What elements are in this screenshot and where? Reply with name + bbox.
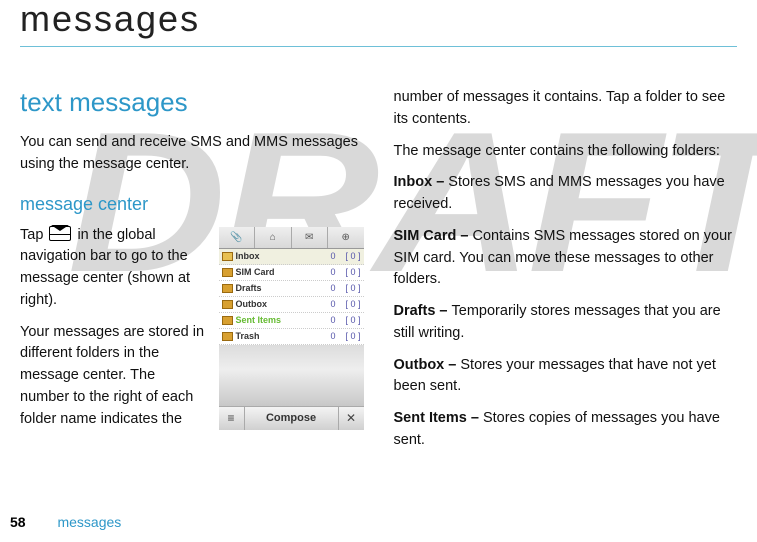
compose-button: Compose: [245, 407, 338, 430]
folder-count: 0: [326, 299, 336, 309]
folder-icon: [222, 332, 233, 341]
folder-unread: [ 0 ]: [339, 267, 361, 277]
page-number: 58: [10, 514, 26, 530]
message-center-screenshot: 📎 ⌂ ✉ ⊕ Inbox 0 [ 0 ]: [219, 227, 364, 422]
folder-name: Sent Items: [236, 315, 323, 325]
tab-icon-folder: ⌂: [255, 227, 292, 248]
folder-row-trash: Trash 0 [ 0 ]: [219, 329, 364, 345]
footer-section: messages: [57, 514, 121, 530]
envelope-icon: [49, 226, 71, 241]
desc-inbox: Inbox – Stores SMS and MMS messages you …: [394, 172, 738, 216]
desc-outbox-label: Outbox –: [394, 357, 461, 373]
folder-unread: [ 0 ]: [339, 251, 361, 261]
folder-name: SIM Card: [236, 267, 323, 277]
folder-count: 0: [326, 251, 336, 261]
phone-wallpaper: [219, 345, 364, 406]
folder-list: Inbox 0 [ 0 ] SIM Card 0 [ 0 ] Dra: [219, 249, 364, 345]
folders-paragraph: Your messages are stored in different fo…: [20, 322, 207, 431]
folder-count: 0: [326, 267, 336, 277]
close-icon: ✕: [338, 407, 364, 430]
tab-icon-paperclip: 📎: [219, 227, 256, 248]
page-footer: 58 messages: [10, 514, 121, 530]
phone-top-tabs: 📎 ⌂ ✉ ⊕: [219, 227, 364, 249]
desc-sent-label: Sent Items –: [394, 410, 483, 426]
folder-name: Trash: [236, 331, 323, 341]
folder-row-sim: SIM Card 0 [ 0 ]: [219, 265, 364, 281]
section-heading-text-messages: text messages: [20, 87, 364, 118]
folder-row-drafts: Drafts 0 [ 0 ]: [219, 281, 364, 297]
folder-icon: [222, 284, 233, 293]
desc-inbox-label: Inbox –: [394, 174, 449, 190]
tap-paragraph: Tap in the global navigation bar to go t…: [20, 225, 207, 312]
folder-unread: [ 0 ]: [339, 315, 361, 325]
folder-count: 0: [326, 315, 336, 325]
desc-sim-label: SIM Card –: [394, 228, 473, 244]
desc-drafts: Drafts – Temporarily stores messages tha…: [394, 301, 738, 345]
desc-sim: SIM Card – Contains SMS messages stored …: [394, 226, 738, 291]
folder-unread: [ 0 ]: [339, 331, 361, 341]
folder-icon: [222, 268, 233, 277]
folder-icon: [222, 316, 233, 325]
subheading-message-center: message center: [20, 194, 364, 215]
desc-outbox: Outbox – Stores your messages that have …: [394, 355, 738, 399]
folder-row-sent: Sent Items 0 [ 0 ]: [219, 313, 364, 329]
folder-icon: [222, 252, 233, 261]
page-title: messages: [20, 0, 737, 40]
menu-icon: ≡: [219, 407, 245, 430]
desc-sent: Sent Items – Stores copies of messages y…: [394, 408, 738, 452]
folder-row-inbox: Inbox 0 [ 0 ]: [219, 249, 364, 265]
folder-count: 0: [326, 283, 336, 293]
phone-bottom-bar: ≡ Compose ✕: [219, 406, 364, 430]
tap-before: Tap: [20, 227, 47, 243]
folder-name: Drafts: [236, 283, 323, 293]
right-cont-paragraph: number of messages it contains. Tap a fo…: [394, 87, 738, 131]
folder-count: 0: [326, 331, 336, 341]
folder-name: Inbox: [236, 251, 323, 261]
right-folders-intro: The message center contains the followin…: [394, 141, 738, 163]
folder-unread: [ 0 ]: [339, 283, 361, 293]
folder-name: Outbox: [236, 299, 323, 309]
tab-icon-mail: ✉: [292, 227, 329, 248]
folder-unread: [ 0 ]: [339, 299, 361, 309]
desc-drafts-label: Drafts –: [394, 303, 452, 319]
tab-icon-globe: ⊕: [328, 227, 364, 248]
folder-row-outbox: Outbox 0 [ 0 ]: [219, 297, 364, 313]
intro-paragraph: You can send and receive SMS and MMS mes…: [20, 132, 364, 176]
folder-icon: [222, 300, 233, 309]
title-underline: [20, 46, 737, 47]
